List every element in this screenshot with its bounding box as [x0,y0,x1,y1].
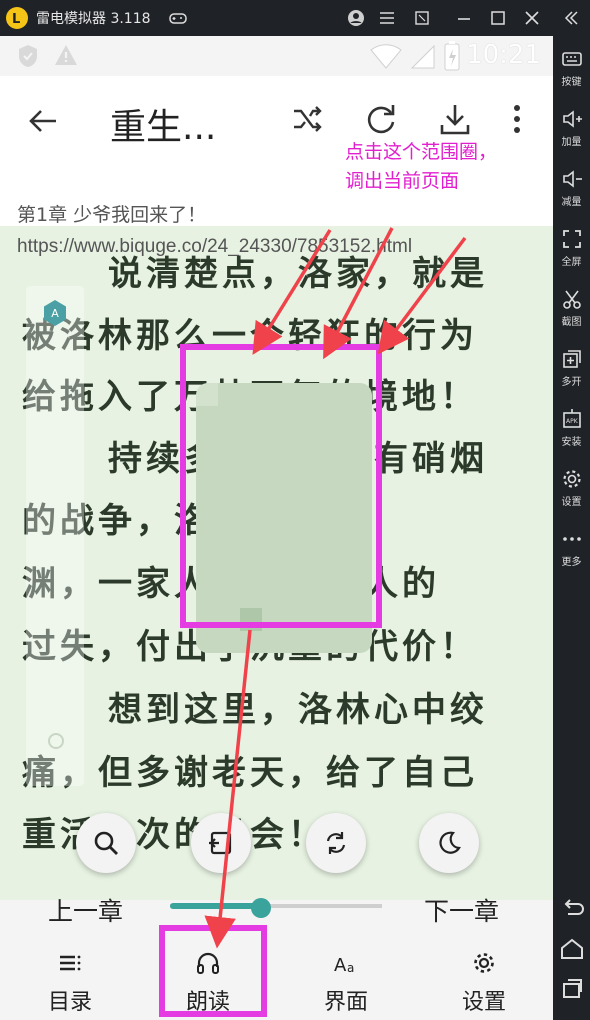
book-title: 重生... [110,107,217,148]
scissors-icon [562,290,581,309]
scroll-thumb[interactable] [48,733,64,749]
chapter-progress-fill [170,903,262,909]
collapse-sidebar-icon[interactable] [559,6,583,30]
download-icon[interactable] [438,102,472,136]
emulator-sidebar: 按键加量减量全屏截图多开 APK 安装设置更多 [553,36,590,1020]
sidebar-item-keyboard[interactable]: 按键 [553,44,590,102]
sidebar-item-label: 按键 [561,77,582,88]
auto-page-icon [209,831,232,855]
catalog-button[interactable]: 目录 [20,940,120,1020]
search-button[interactable] [76,813,136,873]
gear-icon [474,953,494,973]
auto-page-button[interactable] [191,813,251,873]
annotation-box-read-aloud [159,925,267,1017]
interface-button[interactable]: Aa 界面 [296,940,396,1020]
next-chapter-button[interactable]: 下一章 [424,892,499,928]
catalog-label: 目录 [47,990,92,1015]
close-button[interactable] [520,6,544,30]
gear-icon [562,470,581,488]
refresh-icon[interactable] [364,102,398,136]
font-size-icon: Aa [334,955,354,976]
ldplayer-logo-icon: L [6,7,28,29]
back-arrow-icon[interactable] [26,104,60,138]
reader-text-line: 想到这里，洛林心中绞 [108,690,488,730]
volume-down-icon [562,170,582,188]
shuffle-source-icon[interactable] [290,102,324,136]
fullscreen-icon [562,230,581,248]
fast-scroll-bar[interactable] [26,286,84,786]
sidebar-item-label: 截图 [561,317,582,328]
replace-icon [326,832,346,854]
sidebar-item-label: 设置 [561,497,582,508]
annotation-box-page [180,344,382,628]
multi-open-icon [562,350,581,368]
more-vert-icon[interactable] [502,102,532,136]
sidebar-item-more-dots[interactable]: 更多 [553,524,590,582]
volume-up-icon [562,110,582,128]
sidebar-item-fullscreen[interactable]: 全屏 [553,224,590,282]
night-mode-button[interactable] [419,813,479,873]
svg-text:L: L [12,12,20,27]
emulator-titlebar: L 雷电模拟器 3.118 [0,0,590,36]
menu-icon[interactable] [375,6,399,30]
more-dots-icon [562,537,581,541]
sidebar-item-apk-install[interactable]: APK 安装 [553,404,590,462]
recents-nav-icon[interactable] [559,976,585,1002]
reader-text-line: 重活一次的机会！ [22,815,326,855]
signal-icon [410,44,435,69]
interface-label: 界面 [323,990,368,1015]
sidebar-item-scissors[interactable]: 截图 [553,284,590,342]
home-nav-icon[interactable] [559,936,585,962]
sidebar-item-label: 减量 [561,197,582,208]
sidebar-item-label: 更多 [561,557,582,568]
svg-text:A: A [334,955,347,976]
sidebar-item-label: 全屏 [561,257,582,268]
sidebar-item-multi-open[interactable]: 多开 [553,344,590,402]
emulator-title: 雷电模拟器 3.118 [36,11,151,27]
reader-text-line: 痛，但多谢老天，给了自己 [22,753,478,793]
svg-text:APK: APK [566,418,579,425]
prev-chapter-button[interactable]: 上一章 [48,892,123,928]
account-icon[interactable] [344,6,368,30]
sidebar-item-volume-up[interactable]: 加量 [553,104,590,162]
back-nav-icon[interactable] [559,896,585,922]
moon-icon [439,831,461,854]
clock: 10:21 [466,40,541,70]
maximize-button[interactable] [486,6,510,30]
status-bar: 10:21 [0,36,553,76]
window-icon[interactable] [410,6,434,30]
gamepad-icon[interactable] [166,6,190,30]
svg-text:a: a [347,961,354,975]
annotation-note: 点击这个范围圈， 调出当前页面 [345,141,498,192]
chapter-url[interactable]: https://www.biquge.co/24_24330/7853152.h… [17,236,412,258]
sidebar-item-gear[interactable]: 设置 [553,464,590,522]
replace-rule-button[interactable] [306,813,366,873]
search-icon [94,831,118,855]
settings-button[interactable]: 设置 [434,940,534,1020]
shield-icon [19,45,37,67]
warning-icon [55,45,77,65]
keyboard-icon [561,52,582,66]
battery-charging-icon [444,41,460,71]
minimize-button[interactable] [452,6,476,30]
sidebar-item-volume-down[interactable]: 减量 [553,164,590,222]
apk-install-icon: APK [562,409,581,428]
list-icon [60,955,81,971]
wifi-icon [370,44,402,69]
sidebar-item-label: 多开 [561,377,582,388]
chapter-title: 第1章 少爷我回来了！ [17,204,207,226]
settings-label: 设置 [461,990,506,1015]
sidebar-item-label: 安装 [561,437,582,448]
sidebar-item-label: 加量 [561,137,582,148]
